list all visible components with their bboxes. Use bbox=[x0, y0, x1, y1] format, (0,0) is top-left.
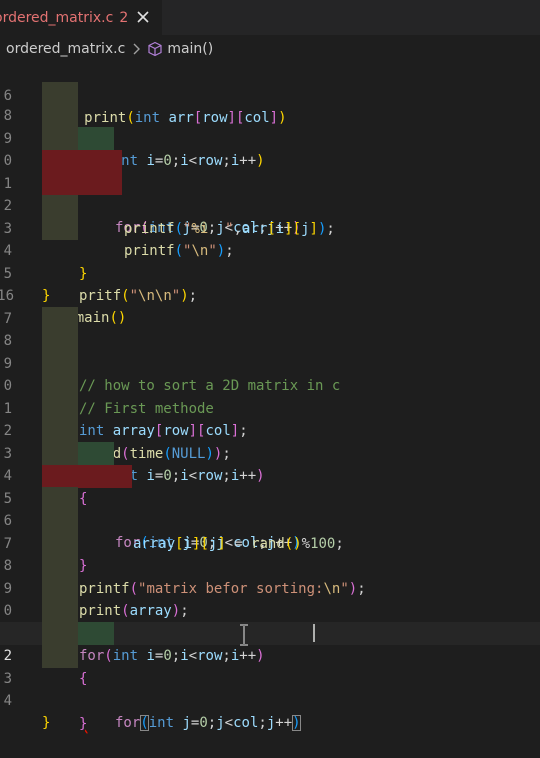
code-line: 2 for(int i=0;i<row;i++) bbox=[0, 397, 540, 484]
code-line-active: 2 for(int j=0;j<col;j++) bbox=[0, 622, 540, 731]
text-cursor bbox=[313, 624, 315, 642]
tab-problems-badge: 2 bbox=[119, 9, 129, 26]
code-line: 9 int tabel[row*col]; bbox=[0, 555, 540, 642]
code-line: 4 for(int j=0;j<col;j++) bbox=[0, 442, 540, 551]
code-line: 5 array[i][j] = rand()%100; bbox=[0, 465, 540, 552]
breadcrumb-symbol[interactable]: main() bbox=[167, 41, 213, 57]
tab-bar: ordered_matrix.c 2 bbox=[0, 0, 540, 35]
code-line: 2 printf("\n"); bbox=[0, 172, 540, 259]
editor-tab[interactable]: ordered_matrix.c 2 bbox=[0, 0, 162, 35]
breadcrumb-file[interactable]: ordered_matrix.c bbox=[6, 41, 125, 57]
code-line: 1 srand(time(NULL)); bbox=[0, 375, 540, 462]
code-line: 9 { bbox=[0, 105, 540, 192]
code-line: 4 } bbox=[0, 667, 540, 732]
code-editor[interactable]: 6 void print(int arr[row][col]) 8 for(in… bbox=[0, 62, 540, 732]
code-line: 3 } bbox=[0, 645, 540, 732]
code-line: 8 for(int i=0;i<row;i++) bbox=[0, 82, 540, 169]
code-line: 0 for(int j=0;j<col;j++) bbox=[0, 127, 540, 236]
line-number: 4 bbox=[3, 692, 12, 709]
close-icon[interactable] bbox=[134, 8, 152, 26]
tab-filename: ordered_matrix.c bbox=[0, 9, 114, 26]
ibeam-cursor-icon bbox=[238, 623, 250, 651]
code-line: 1 printf("%i ",arr[i][j]); bbox=[0, 150, 540, 237]
code-line: 7 printf("matrix befor sorting:\n"); bbox=[0, 510, 540, 597]
code-line: 8 // how to sort a 2D matrix in c bbox=[0, 307, 540, 394]
chevron-right-icon bbox=[131, 42, 141, 56]
cube-icon bbox=[147, 41, 163, 57]
code-line: 16 int main() bbox=[0, 262, 540, 327]
breadcrumb: ordered_matrix.c main() bbox=[0, 35, 540, 63]
code-line: 5 } bbox=[0, 240, 540, 305]
code-line: 0 int array[row][col]; bbox=[0, 352, 540, 439]
code-line: 3 { bbox=[0, 420, 540, 507]
code-line: 3 } bbox=[0, 195, 540, 282]
code-line: 1 { bbox=[0, 600, 540, 687]
code-line: 8 print(array); bbox=[0, 532, 540, 619]
code-line: 9 // First methode bbox=[0, 330, 540, 417]
code-line: 7 { bbox=[0, 285, 540, 350]
code-line: 4 pritf("\n\n"); bbox=[0, 217, 540, 304]
code-line: 0 for(int i=0;i<row;i++) bbox=[0, 577, 540, 664]
code-line: 6 } bbox=[0, 487, 540, 574]
